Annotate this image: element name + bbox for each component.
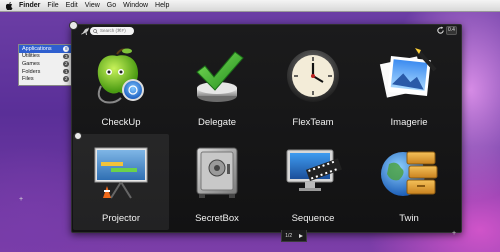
menu-go[interactable]: Go — [107, 2, 116, 9]
film-monitor-icon — [286, 149, 342, 191]
sidebar-item-label: Utilities — [22, 53, 40, 60]
page-number: 1/2 — [285, 232, 293, 239]
menu-window[interactable]: Window — [123, 2, 148, 9]
app-tile-twin[interactable]: Twin — [361, 134, 457, 230]
app-label: Delegate — [197, 117, 237, 128]
menu-help[interactable]: Help — [155, 2, 169, 9]
app-label: Sequence — [291, 213, 335, 224]
count-badge: 1 — [63, 68, 69, 75]
zoom-level[interactable]: 0.4 — [446, 26, 457, 35]
app-tile-secretbox[interactable]: SecretBox — [169, 134, 265, 230]
sidebar-item-label: Applications — [22, 45, 52, 52]
menu-finder[interactable]: Finder — [19, 2, 40, 9]
menu-file[interactable]: File — [47, 2, 58, 9]
app-tile-sequence[interactable]: Sequence — [265, 134, 361, 230]
presentation-easel-icon — [94, 147, 148, 199]
menu-edit[interactable]: Edit — [66, 2, 78, 9]
count-badge: 2 — [63, 76, 69, 82]
apple-icon[interactable] — [5, 1, 13, 10]
app-tile-projector[interactable]: Projector — [73, 134, 169, 230]
close-button[interactable] — [69, 21, 78, 30]
category-sidebar: Applications 8 Utilities 3 Games 2 Folde… — [18, 44, 73, 86]
apple-stethoscope-icon — [97, 48, 144, 104]
wall-clock-icon — [287, 50, 339, 102]
safe-icon — [196, 147, 238, 198]
sidebar-item-folders[interactable]: Folders 1 — [19, 68, 72, 76]
app-tile-delegate[interactable]: Delegate — [169, 38, 265, 134]
photo-stack-icon — [379, 48, 437, 98]
app-tile-flexteam[interactable]: FlexTeam — [265, 38, 361, 134]
sidebar-item-files[interactable]: Files 2 — [19, 75, 72, 83]
app-label: SecretBox — [195, 213, 239, 224]
search-placeholder: Search (⌘F) — [100, 28, 126, 33]
app-label: FlexTeam — [292, 117, 334, 128]
count-badge: 3 — [63, 53, 69, 60]
count-badge: 2 — [63, 61, 69, 67]
app-label: Imagerie — [390, 117, 428, 128]
sidebar-item-utilities[interactable]: Utilities 3 — [19, 53, 72, 61]
sidebar-item-label: Games — [22, 60, 40, 67]
app-label: Projector — [101, 213, 140, 224]
sidebar-item-label: Folders — [22, 68, 41, 75]
globe-folders-icon — [381, 151, 438, 196]
app-tile-imagerie[interactable]: Imagerie — [361, 38, 457, 134]
menu-bar: Finder File Edit View Go Window Help — [0, 0, 500, 12]
menu-view[interactable]: View — [85, 2, 100, 9]
sidebar-item-games[interactable]: Games 2 — [19, 60, 72, 68]
add-category-button[interactable]: + — [19, 196, 23, 203]
search-field[interactable]: Search (⌘F) — [90, 27, 134, 35]
app-label: CheckUp — [101, 117, 141, 128]
resize-handle[interactable]: + — [452, 230, 456, 237]
page-indicator: 1/2 — [281, 230, 307, 242]
search-icon — [93, 28, 98, 34]
refresh-icon[interactable] — [436, 26, 445, 35]
panel-controls: 0.4 — [436, 26, 457, 35]
app-label: Twin — [399, 213, 419, 224]
sidebar-item-applications[interactable]: Applications 8 — [19, 45, 72, 53]
green-checkmark-icon — [196, 51, 244, 102]
kangaroo-logo-icon — [81, 27, 89, 35]
app-tile-checkup[interactable]: CheckUp — [73, 38, 169, 134]
page-marker-dot[interactable] — [74, 132, 82, 140]
sidebar-item-label: Files — [22, 76, 34, 83]
next-page-icon[interactable] — [298, 233, 303, 238]
count-badge: 8 — [63, 46, 69, 52]
